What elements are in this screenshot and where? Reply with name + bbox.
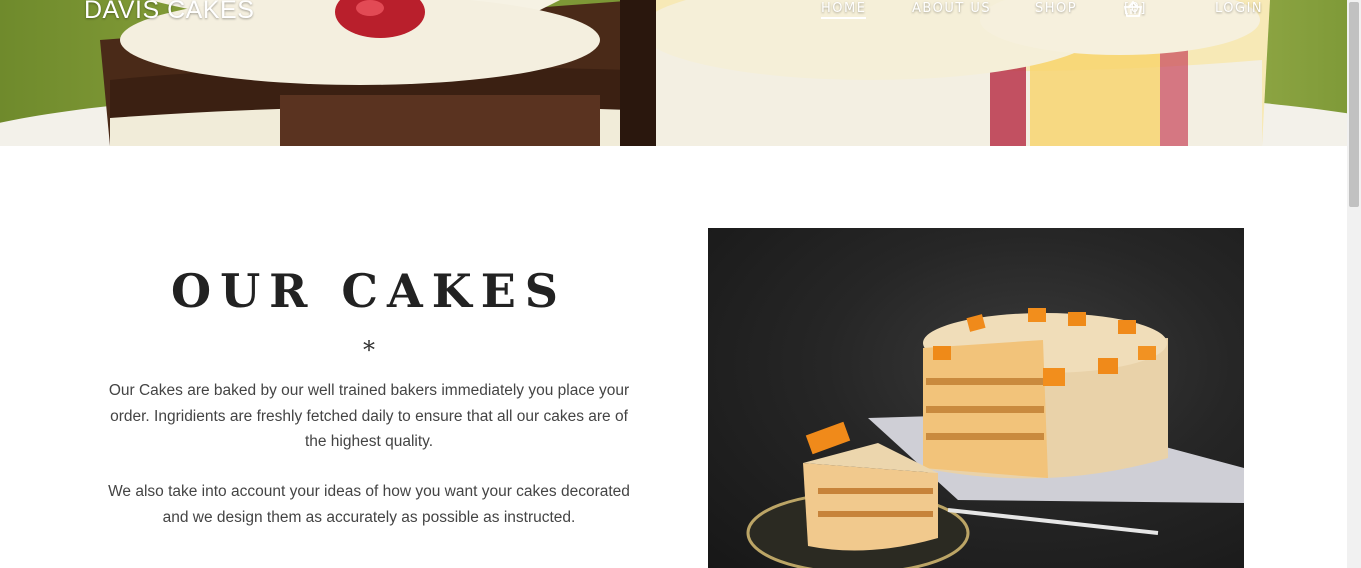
main-nav: HOME ABOUT US SHOP [0] LOGIN [0,0,1347,30]
hero-banner: DAVIS CAKES HOME ABOUT US SHOP [0] LOGIN [0,0,1347,146]
title-divider: * [363,336,375,364]
nav-shop[interactable]: SHOP [1035,1,1077,16]
vertical-scrollbar[interactable] [1347,0,1361,568]
nav-home[interactable]: HOME [821,1,867,19]
nav-cart[interactable]: [0] [1124,1,1152,17]
nav-login[interactable]: LOGIN [1215,1,1263,16]
cake-photo [708,228,1244,568]
nav-about-us[interactable]: ABOUT US [912,1,991,16]
intro-paragraph: Our Cakes are baked by our well trained … [108,382,630,450]
page-title: OUR CAKES [171,264,567,318]
scrollbar-thumb[interactable] [1349,2,1359,207]
custom-design-paragraph: We also take into account your ideas of … [108,483,630,526]
